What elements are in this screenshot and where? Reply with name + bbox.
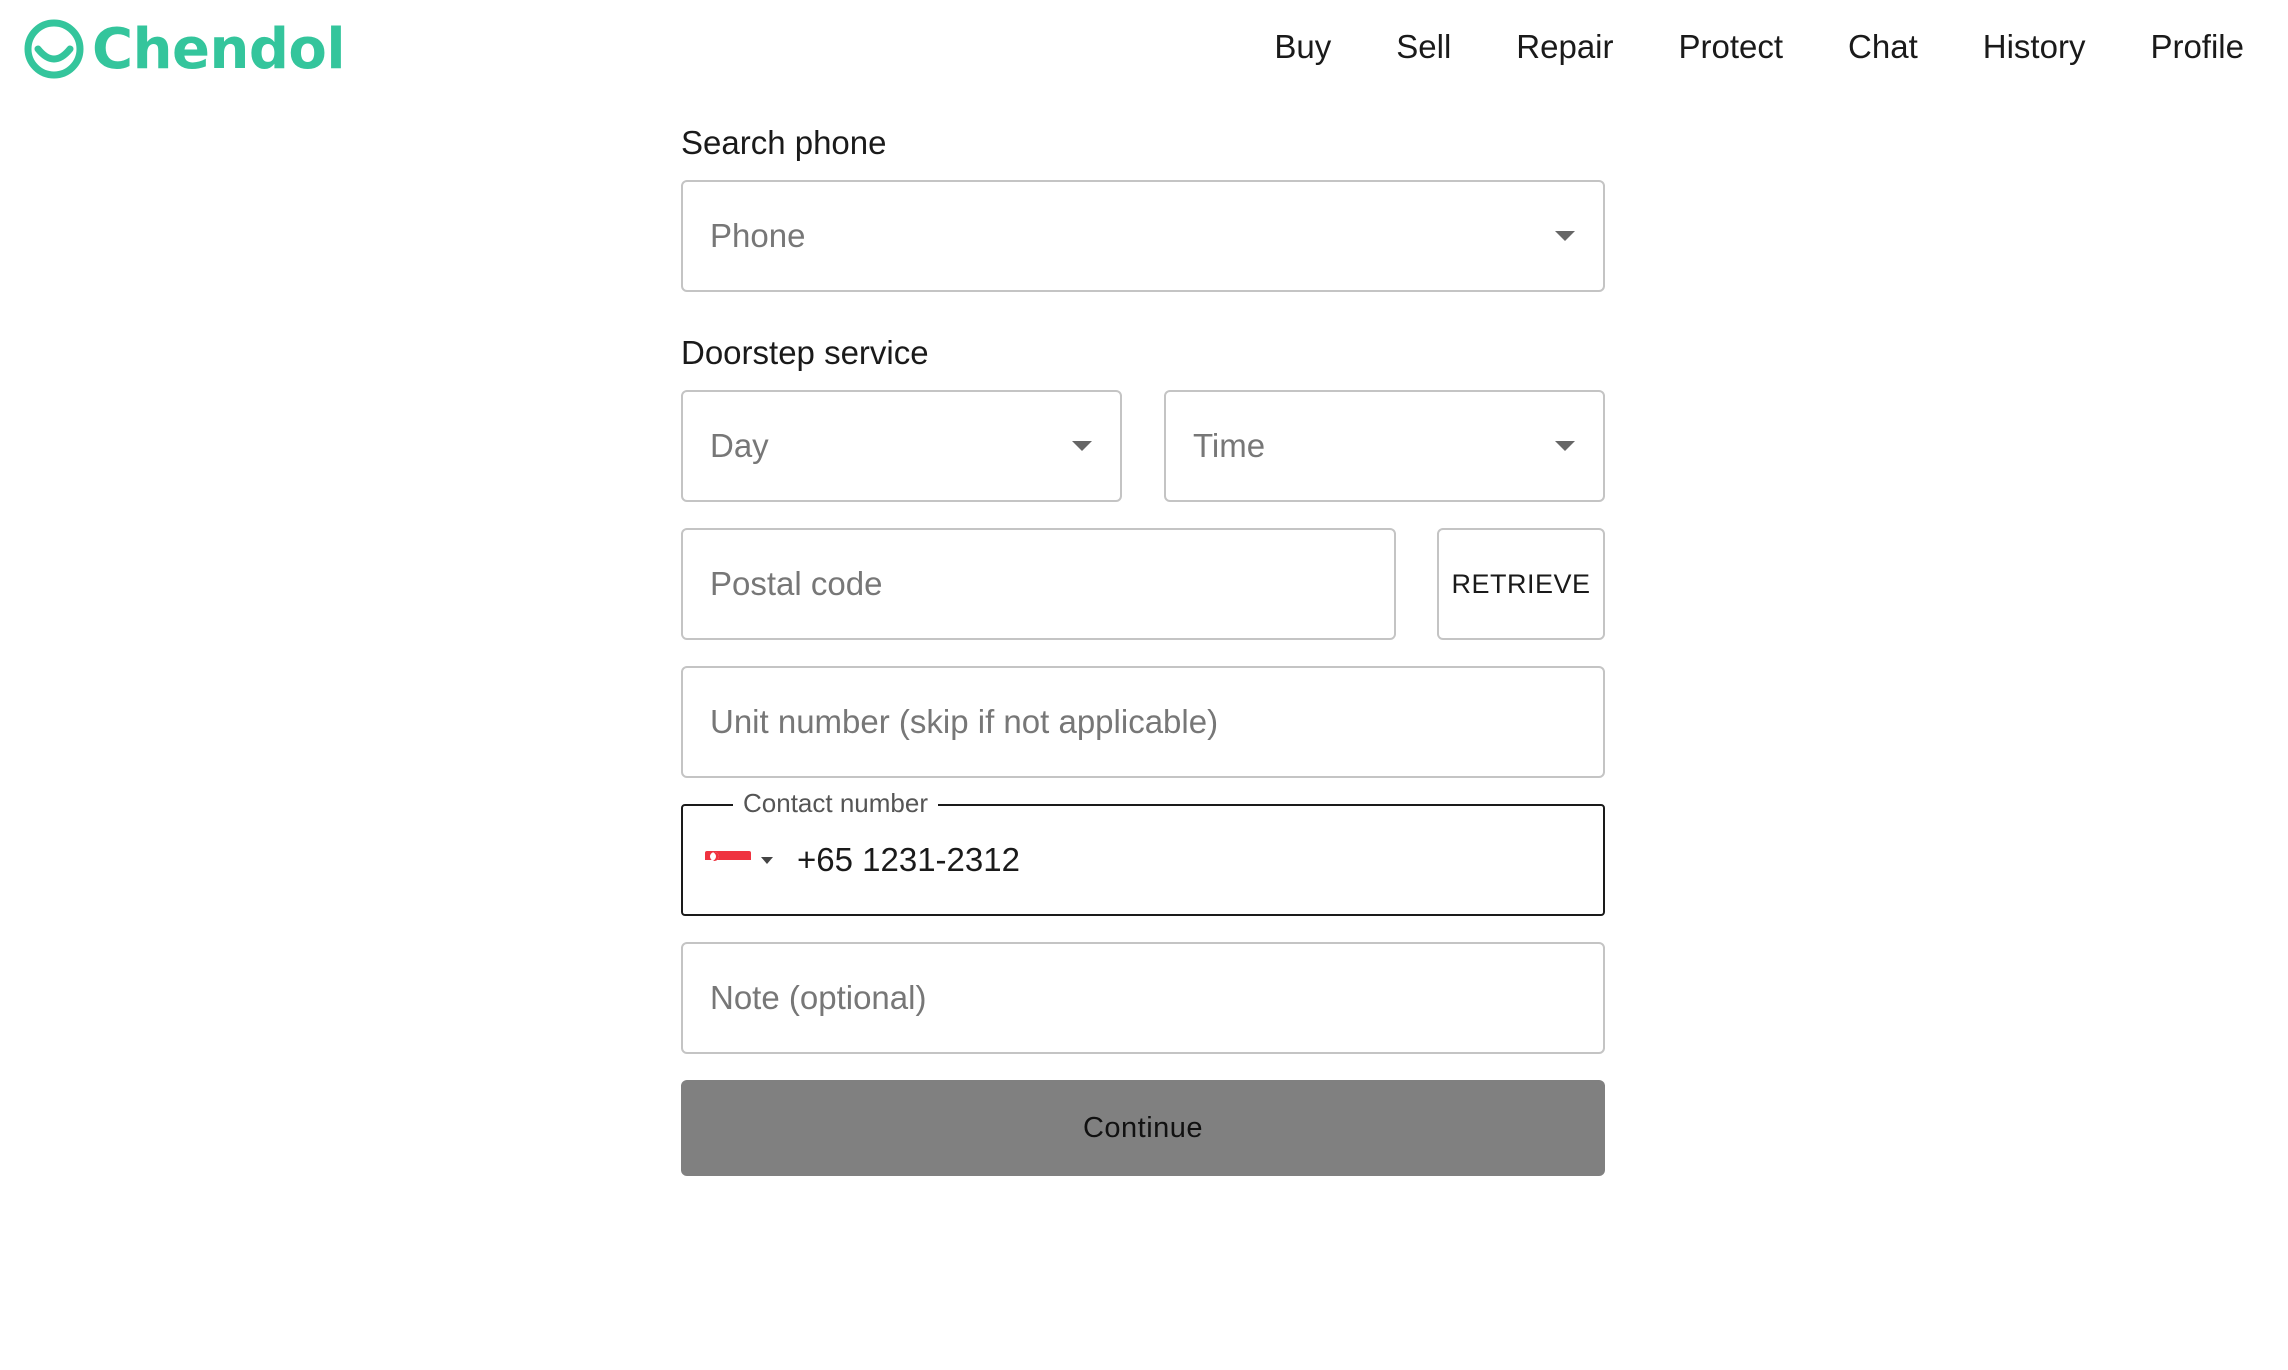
day-time-row: Day Time	[681, 390, 1605, 502]
postal-code-placeholder: Postal code	[710, 565, 883, 602]
phone-select[interactable]: Phone	[681, 180, 1605, 292]
contact-number-label: Contact number	[733, 788, 938, 819]
nav-chat[interactable]: Chat	[1848, 28, 1918, 66]
brand-name: Chendol	[92, 16, 346, 82]
phone-select-placeholder: Phone	[710, 217, 806, 254]
chevron-down-icon	[1555, 231, 1575, 241]
note-placeholder: Note (optional)	[710, 979, 927, 1016]
country-dropdown-icon[interactable]	[761, 856, 773, 864]
top-nav: Buy Sell Repair Protect Chat History Pro…	[1209, 22, 2244, 72]
brand-logo-icon	[24, 19, 84, 79]
booking-form: Search phone Phone Doorstep service Day …	[681, 120, 1605, 1176]
nav-profile[interactable]: Profile	[2150, 28, 2244, 66]
contact-number-field[interactable]: Contact number +65 1231-2312	[681, 788, 1605, 916]
nav-history[interactable]: History	[1983, 28, 2086, 66]
unit-number-input[interactable]: Unit number (skip if not applicable)	[681, 666, 1605, 778]
nav-sell[interactable]: Sell	[1396, 28, 1451, 66]
doorstep-service-label: Doorstep service	[681, 334, 929, 371]
postal-code-input[interactable]: Postal code	[681, 528, 1396, 640]
contact-number-value: +65 1231-2312	[797, 841, 1020, 878]
day-select[interactable]: Day	[681, 390, 1122, 502]
search-phone-label: Search phone	[681, 124, 887, 161]
time-select[interactable]: Time	[1164, 390, 1605, 502]
nav-buy[interactable]: Buy	[1274, 28, 1331, 66]
retrieve-button[interactable]: RETRIEVE	[1437, 528, 1605, 640]
brand-logo[interactable]: Chendol	[22, 14, 346, 84]
continue-button[interactable]: Continue	[681, 1080, 1605, 1176]
chevron-down-icon	[1555, 441, 1575, 451]
nav-repair[interactable]: Repair	[1516, 28, 1613, 66]
note-input[interactable]: Note (optional)	[681, 942, 1605, 1054]
nav-protect[interactable]: Protect	[1679, 28, 1784, 66]
time-select-placeholder: Time	[1193, 427, 1266, 464]
singapore-flag-icon[interactable]	[705, 850, 751, 870]
unit-number-placeholder: Unit number (skip if not applicable)	[710, 703, 1219, 740]
day-select-placeholder: Day	[710, 427, 769, 464]
postal-row: Postal code RETRIEVE	[681, 528, 1605, 640]
chevron-down-icon	[1072, 441, 1092, 451]
